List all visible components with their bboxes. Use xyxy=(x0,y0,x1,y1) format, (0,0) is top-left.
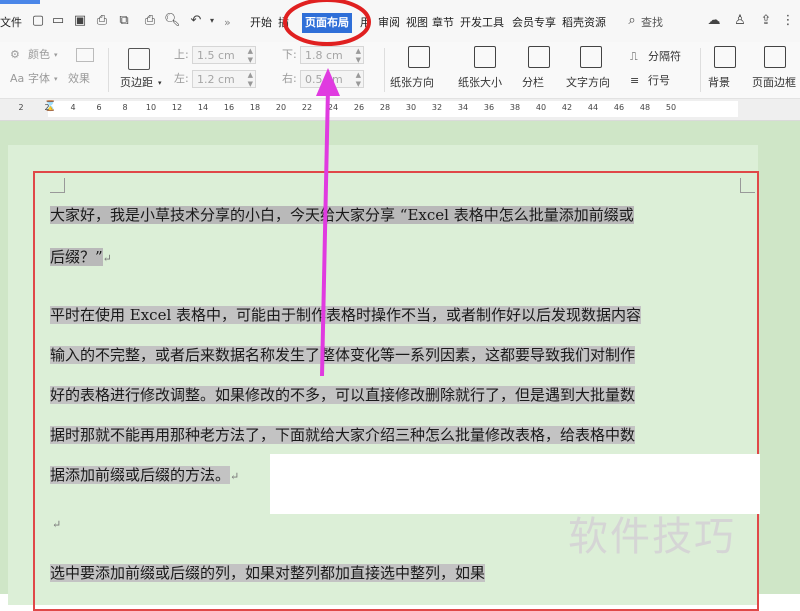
annotation-arrow-shaft xyxy=(320,87,330,377)
annotation-arrow-head xyxy=(316,68,340,96)
annotation-layer xyxy=(283,0,371,377)
highlight-circle xyxy=(283,0,371,46)
